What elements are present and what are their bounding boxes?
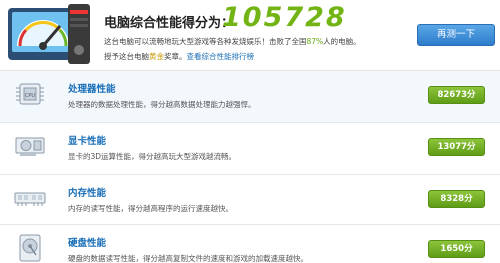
award-text: 授予这台电脑	[104, 52, 149, 61]
cpu-icon: CPU	[16, 83, 44, 105]
disk-title: 硬盘性能	[68, 238, 107, 249]
desc-text: 这台电脑可以流畅地玩大型游戏等各种发烧娱乐！击败了全国	[104, 37, 307, 46]
desc-text-end: 人的电脑。	[323, 37, 361, 46]
cpu-score-badge: 82673分	[428, 86, 485, 104]
memory-icon	[14, 192, 46, 206]
graphics-score-badge: 13077分	[428, 138, 485, 156]
memory-score-badge: 8328分	[428, 190, 485, 208]
speedometer-monitor-icon	[8, 4, 90, 64]
hard-disk-icon	[19, 234, 41, 262]
score-header: 电脑综合性能得分为： 105728 这台电脑可以流畅地玩大型游戏等各种发烧娱乐！…	[0, 0, 500, 66]
memory-description: 内存的读写性能，得分越高程序的运行速度越快。	[68, 204, 233, 213]
memory-title: 内存性能	[68, 188, 107, 199]
disk-performance-row: 硬盘性能 硬盘的数据读写性能，得分越高复制文件的速度和游戏的加载速度越快。 16…	[0, 224, 500, 263]
score-title: 电脑综合性能得分为：	[104, 16, 235, 31]
graphics-description: 显卡的3D运算性能，得分越高玩大型游戏越流畅。	[68, 152, 237, 161]
disk-score-badge: 1650分	[428, 240, 485, 258]
cpu-description: 处理器的数据处理性能，得分越高数据处理能力越强悍。	[68, 100, 256, 109]
cpu-title: 处理器性能	[68, 84, 116, 95]
beat-percent: 87%	[306, 37, 324, 46]
total-score: 105728	[222, 2, 347, 33]
award-line: 授予这台电脑黄金奖章。查看综合性能排行榜	[104, 51, 254, 62]
score-description: 这台电脑可以流畅地玩大型游戏等各种发烧娱乐！击败了全国87%人的电脑。	[104, 36, 361, 47]
graphics-title: 显卡性能	[68, 136, 107, 147]
svg-text:CPU: CPU	[25, 93, 36, 99]
graphics-card-icon	[15, 137, 45, 156]
award-medal: 黄金	[149, 52, 164, 61]
memory-performance-row: 内存性能 内存的读写性能，得分越高程序的运行速度越快。 8328分	[0, 174, 500, 226]
re-evaluate-button[interactable]: 再测一下	[417, 24, 495, 46]
award-text-end: 奖章。	[164, 52, 187, 61]
graphics-performance-row: 显卡性能 显卡的3D运算性能，得分越高玩大型游戏越流畅。 13077分	[0, 122, 500, 174]
disk-description: 硬盘的数据读写性能，得分越高复制文件的速度和游戏的加载速度越快。	[68, 254, 308, 263]
ranking-link[interactable]: 查看综合性能排行榜	[187, 52, 255, 61]
cpu-performance-row: CPU 处理器性能 处理器的数据处理性能，得分越高数据处理能力越强悍。 8267…	[0, 70, 500, 122]
